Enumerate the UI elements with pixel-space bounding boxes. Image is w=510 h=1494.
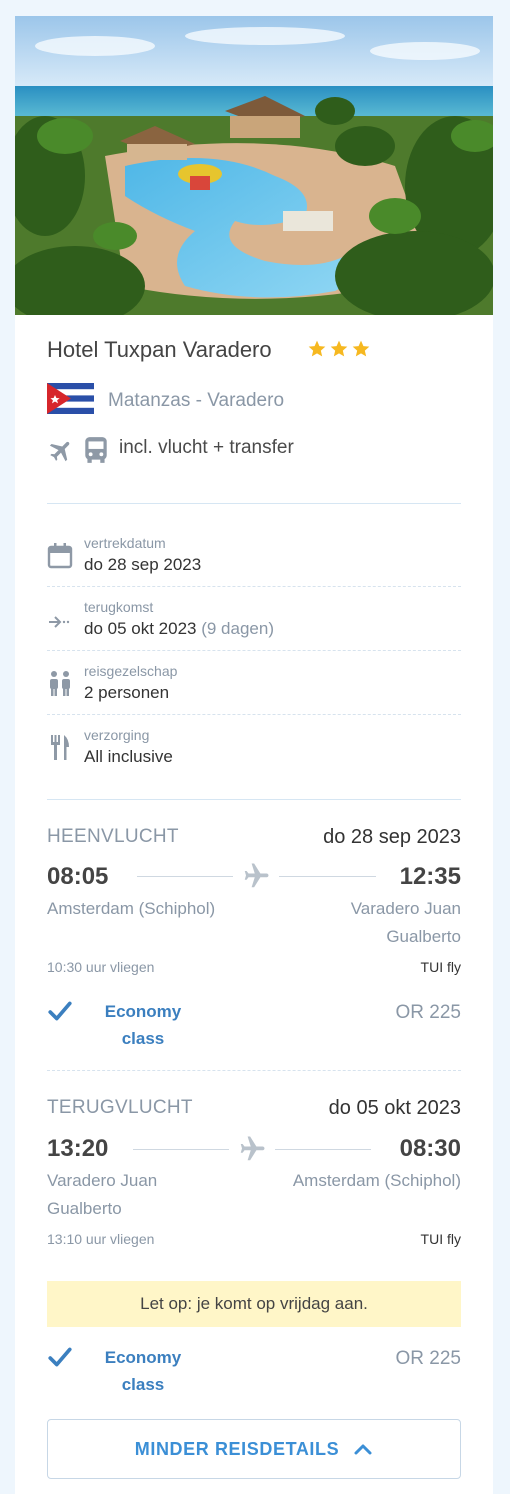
return-class-line2: class <box>121 1375 165 1394</box>
detail-label-party: reisgezelschap <box>84 663 178 679</box>
plane-icon <box>244 863 269 888</box>
return-from: Varadero Juan Gualberto <box>47 1167 157 1223</box>
return-airline: TUI fly <box>420 1231 461 1247</box>
flight-line <box>133 1149 229 1150</box>
return-from-line1: Varadero Juan <box>47 1171 158 1190</box>
outbound-to-line2: Gualberto <box>386 927 461 946</box>
detail-value-party: 2 personen <box>84 683 170 702</box>
chevron-up-icon <box>354 1444 372 1455</box>
return-depart-time: 13:20 <box>47 1135 109 1162</box>
return-from-line2: Gualberto <box>47 1199 122 1218</box>
outbound-from: Amsterdam (Schiphol) <box>47 899 216 918</box>
divider <box>47 714 461 715</box>
people-icon <box>50 671 70 696</box>
detail-value-return: do 05 okt 2023 (9 dagen) <box>84 619 274 639</box>
flight-line <box>279 876 376 877</box>
included-services: incl. vlucht + transfer <box>119 437 294 458</box>
outbound-to-line1: Varadero Juan <box>350 899 461 918</box>
outbound-airline: TUI fly <box>420 959 461 975</box>
hotel-photo[interactable] <box>15 16 493 315</box>
outbound-depart-time: 08:05 <box>47 863 109 890</box>
outbound-to: Varadero Juan Gualberto <box>351 895 461 951</box>
plane-icon <box>49 441 70 462</box>
cutlery-icon <box>51 735 69 760</box>
detail-label-departure: vertrekdatum <box>84 535 166 551</box>
return-arrive-time: 08:30 <box>399 1135 461 1162</box>
return-duration: 13:10 uur vliegen <box>47 1231 155 1247</box>
flight-line <box>137 876 233 877</box>
hotel-card: Hotel Tuxpan Varadero Matanzas - Varader… <box>15 16 493 1494</box>
check-icon <box>48 1001 72 1021</box>
divider <box>47 799 461 800</box>
arrival-notice: Let op: je komt op vrijdag aan. <box>47 1281 461 1327</box>
detail-value-departure: do 28 sep 2023 <box>84 555 202 574</box>
divider <box>47 1070 461 1071</box>
divider <box>47 586 461 587</box>
cuba-flag-icon <box>47 383 94 414</box>
detail-label-return: terugkomst <box>84 599 154 615</box>
less-details-label: MINDER REISDETAILS <box>134 1438 340 1459</box>
trip-length: (9 dagen) <box>201 619 274 638</box>
return-class-line1: Economy <box>104 1348 182 1367</box>
outbound-title: HEENVLUCHT <box>47 826 179 847</box>
calendar-icon <box>47 543 73 569</box>
outbound-date: do 28 sep 2023 <box>323 826 461 848</box>
outbound-arrive-time: 12:35 <box>399 863 461 890</box>
divider <box>47 503 461 504</box>
star-rating <box>307 339 371 359</box>
star-icon <box>330 340 348 357</box>
outbound-class-line2: class <box>121 1029 165 1048</box>
return-flight-number: OR 225 <box>395 1348 461 1369</box>
return-to: Amsterdam (Schiphol) <box>292 1171 461 1190</box>
return-title: TERUGVLUCHT <box>47 1097 193 1118</box>
flight-line <box>275 1149 371 1150</box>
star-icon <box>308 340 326 357</box>
divider <box>47 650 461 651</box>
plane-icon <box>240 1136 265 1161</box>
hotel-location: Matanzas - Varadero <box>108 390 285 411</box>
outbound-class[interactable]: Economy class <box>88 998 198 1052</box>
outbound-class-line1: Economy <box>104 1002 182 1021</box>
return-date: do 05 okt 2023 <box>84 619 197 638</box>
less-details-button[interactable]: MINDER REISDETAILS <box>47 1419 461 1479</box>
check-icon <box>48 1347 72 1367</box>
bus-icon <box>85 437 107 463</box>
detail-value-board: All inclusive <box>84 747 173 766</box>
hotel-name[interactable]: Hotel Tuxpan Varadero <box>47 337 272 363</box>
arrow-right-icon <box>49 616 70 628</box>
star-icon <box>352 340 370 357</box>
detail-label-board: verzorging <box>84 727 150 743</box>
return-class[interactable]: Economy class <box>88 1344 198 1398</box>
return-date: do 05 okt 2023 <box>328 1097 461 1119</box>
outbound-flight-number: OR 225 <box>395 1002 461 1023</box>
outbound-duration: 10:30 uur vliegen <box>47 959 155 975</box>
